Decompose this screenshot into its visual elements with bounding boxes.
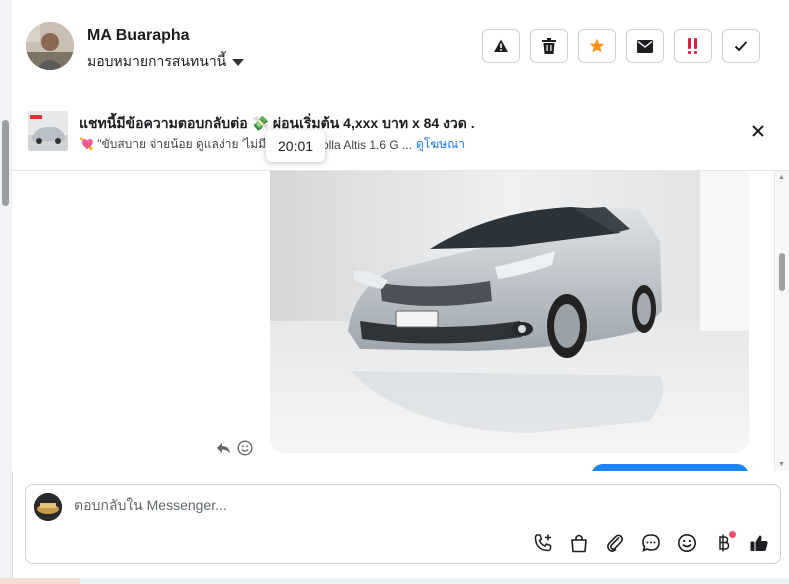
reply-icon	[216, 443, 230, 453]
delete-button[interactable]	[530, 29, 568, 63]
contact-avatar[interactable]	[26, 22, 74, 70]
caret-down-icon	[232, 58, 245, 66]
add-call-button[interactable]	[532, 532, 554, 554]
star-icon	[589, 38, 605, 53]
exclamation-icon	[688, 38, 697, 54]
trash-icon	[542, 38, 556, 54]
shop-button[interactable]	[568, 532, 590, 554]
like-button[interactable]	[748, 532, 770, 554]
star-button[interactable]	[578, 29, 616, 63]
message-thread[interactable]	[12, 171, 775, 471]
notification-dot	[729, 531, 736, 538]
add-call-icon	[534, 534, 552, 552]
bottom-strip	[0, 578, 789, 584]
chat-bubble-icon	[642, 534, 660, 552]
shopping-bag-icon	[571, 534, 587, 553]
view-ad-link[interactable]: ดูโฆษณา	[416, 135, 465, 154]
reply-composer	[25, 484, 781, 564]
mail-icon	[637, 39, 653, 53]
reply-input[interactable]	[74, 497, 674, 513]
reply-button[interactable]	[214, 439, 232, 457]
follow-up-button[interactable]	[674, 29, 712, 63]
scroll-up-icon[interactable]: ▲	[778, 174, 785, 181]
ad-subtitle-text: 💘 "ขับสบาย จ่ายน้อย ดูแลง่าย 'ไม่มีวัน	[79, 137, 281, 151]
ad-context-bar: แชทนี้มีข้อความตอบกลับต่อ 💸 ผ่อนเริ่มต้น…	[12, 92, 789, 171]
conversation-header: MA Buarapha มอบหมายการสนทนานี้	[12, 0, 789, 93]
baht-icon	[719, 534, 730, 552]
done-button[interactable]	[722, 29, 760, 63]
timestamp-tooltip: 20:01	[266, 130, 326, 162]
mark-unread-button[interactable]	[626, 29, 664, 63]
emoji-button[interactable]	[676, 532, 698, 554]
close-ad-button[interactable]	[749, 122, 767, 140]
outgoing-message-bubble[interactable]	[591, 464, 749, 471]
scroll-down-icon[interactable]: ▼	[778, 461, 785, 468]
react-button[interactable]	[236, 439, 254, 457]
attachment-icon	[607, 534, 624, 552]
bottom-strip-tab	[0, 578, 80, 584]
assign-conversation-dropdown[interactable]: มอบหมายการสนทนานี้	[87, 51, 245, 73]
page-avatar	[34, 493, 62, 521]
emoji-icon	[237, 440, 253, 456]
left-scrollbar-thumb[interactable]	[2, 120, 9, 206]
emoji-icon	[678, 534, 696, 552]
close-icon	[752, 125, 764, 137]
assign-label: มอบหมายการสนทนานี้	[87, 53, 227, 69]
saved-replies-button[interactable]	[640, 532, 662, 554]
thumbs-up-icon	[750, 535, 768, 551]
message-scrollbar[interactable]: ▲ ▼	[774, 171, 789, 471]
warning-icon	[494, 39, 508, 52]
message-scrollbar-thumb[interactable]	[779, 253, 785, 291]
contact-name[interactable]: MA Buarapha	[87, 27, 190, 45]
payment-button[interactable]	[712, 531, 736, 554]
ad-thumbnail[interactable]	[28, 111, 68, 151]
attach-file-button[interactable]	[604, 532, 626, 554]
report-button[interactable]	[482, 29, 520, 63]
check-icon	[734, 41, 748, 52]
conversation-pane: MA Buarapha มอบหมายการสนทนานี้ แชทนี้มีข…	[0, 0, 789, 584]
message-photo[interactable]	[270, 171, 749, 453]
